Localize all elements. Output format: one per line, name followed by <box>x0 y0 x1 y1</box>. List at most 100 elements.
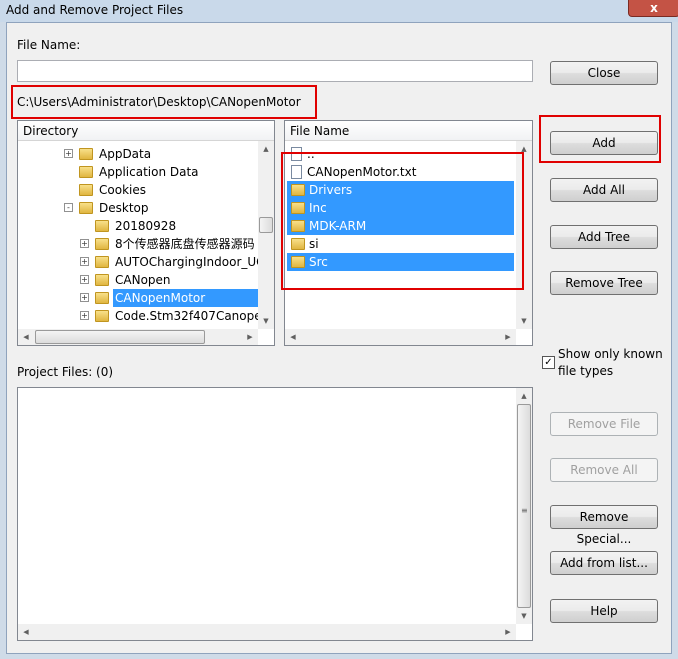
file-name-header[interactable]: File Name <box>285 121 532 141</box>
file-row[interactable]: si <box>287 235 514 253</box>
file-row[interactable]: Inc <box>287 199 514 217</box>
file-row[interactable]: Drivers <box>287 181 514 199</box>
folder-icon <box>95 291 109 304</box>
scroll-left-icon[interactable]: ◀ <box>18 624 34 640</box>
folder-icon <box>95 237 109 250</box>
folder-icon <box>291 201 305 214</box>
file-list-panel: File Name .. CANopenMotor.txt Drivers Inc MD… <box>284 120 533 346</box>
file-name-label: File Name: <box>17 38 81 52</box>
remove-tree-button[interactable]: Remove Tree <box>550 271 658 295</box>
folder-icon <box>79 183 93 196</box>
show-known-label: Show only known file types <box>558 347 663 378</box>
scroll-right-icon[interactable]: ▶ <box>500 624 516 640</box>
scroll-right-icon[interactable]: ▶ <box>242 329 258 345</box>
add-tree-button[interactable]: Add Tree <box>550 225 658 249</box>
scroll-right-icon[interactable]: ▶ <box>500 329 516 345</box>
show-known-checkbox[interactable]: ✓ <box>542 356 555 369</box>
scroll-left-icon[interactable]: ◀ <box>18 329 34 345</box>
add-all-button[interactable]: Add All <box>550 178 658 202</box>
tree-item-label: CANopenMotor <box>113 289 260 307</box>
file-name: si <box>309 237 319 251</box>
file-row[interactable]: MDK-ARM <box>287 217 514 235</box>
remove-file-button[interactable]: Remove File <box>550 412 658 436</box>
tree-item[interactable]: - Desktop <box>64 199 151 217</box>
collapse-icon[interactable]: - <box>64 203 73 212</box>
expand-icon[interactable]: + <box>80 311 89 320</box>
folder-icon <box>95 255 109 268</box>
hscroll-thumb[interactable] <box>35 330 205 344</box>
expand-icon[interactable]: + <box>80 239 89 248</box>
tree-item-label: AUTOChargingIndoor_UC <box>115 255 265 269</box>
directory-header[interactable]: Directory <box>18 121 274 141</box>
scroll-down-icon[interactable]: ▼ <box>258 313 274 329</box>
tree-item[interactable]: +8个传感器底盘传感器源码 <box>80 235 257 253</box>
tree-item-label: AppData <box>99 147 152 161</box>
tree-item[interactable]: + AppData <box>64 145 153 163</box>
folder-icon <box>95 309 109 322</box>
grip-icon: ≡ <box>521 506 528 515</box>
tree-item[interactable]: + AUTOChargingIndoor_UC <box>80 253 267 271</box>
add-from-list-button[interactable]: Add from list... <box>550 551 658 575</box>
directory-vscroll[interactable]: ▲ ▼ <box>258 141 274 329</box>
file-icon <box>291 146 302 161</box>
file-name: Inc <box>309 201 327 215</box>
tree-item[interactable]: + Code.Stm32f407Canoper <box>80 307 269 325</box>
window-close-icon[interactable]: x <box>628 0 678 17</box>
window-title: Add and Remove Project Files <box>6 3 184 17</box>
file-name-input[interactable] <box>17 60 533 82</box>
scroll-left-icon[interactable]: ◀ <box>285 329 301 345</box>
folder-icon <box>291 255 305 268</box>
expand-icon[interactable]: + <box>64 149 73 158</box>
file-name: Src <box>309 255 328 269</box>
folder-icon <box>291 237 305 250</box>
expand-icon[interactable]: + <box>80 293 89 302</box>
tree-item[interactable]: Cookies <box>64 181 148 199</box>
help-button[interactable]: Help <box>550 599 658 623</box>
remove-special-button[interactable]: Remove Special... <box>550 505 658 546</box>
project-files-list[interactable]: ▲ ≡ ▼ ◀ ▶ <box>17 387 533 641</box>
tree-item-label: CANopen <box>115 273 171 287</box>
folder-icon <box>291 219 305 232</box>
current-path: C:\Users\Administrator\Desktop\CANopenMo… <box>17 95 301 109</box>
folder-icon <box>291 183 305 196</box>
directory-panel: Directory + AppData Application Data Cookie… <box>17 120 275 346</box>
files-hscroll[interactable]: ◀ ▶ <box>285 329 516 345</box>
expand-icon[interactable]: + <box>80 275 89 284</box>
scroll-thumb[interactable] <box>259 217 273 233</box>
file-name: Drivers <box>309 183 353 197</box>
file-row[interactable]: .. <box>287 145 514 163</box>
file-row[interactable]: CANopenMotor.txt <box>287 163 514 181</box>
tree-item-label: Cookies <box>99 183 146 197</box>
scroll-down-icon[interactable]: ▼ <box>516 313 532 329</box>
file-row[interactable]: Src <box>287 253 514 271</box>
folder-icon <box>79 165 93 178</box>
scroll-up-icon[interactable]: ▲ <box>516 141 532 157</box>
remove-all-button[interactable]: Remove All <box>550 458 658 482</box>
project-vscroll[interactable]: ▲ ≡ ▼ <box>516 388 532 624</box>
scroll-up-icon[interactable]: ▲ <box>516 388 532 404</box>
tree-item-label: 20180928 <box>115 219 177 233</box>
file-name: MDK-ARM <box>309 219 367 233</box>
file-name: CANopenMotor.txt <box>307 165 417 179</box>
files-vscroll[interactable]: ▲ ▼ <box>516 141 532 329</box>
project-files-label: Project Files: (0) <box>17 365 114 379</box>
tree-item-label: 8个传感器底盘传感器源码 <box>115 237 255 251</box>
tree-item[interactable]: + CANopenMotor <box>80 289 260 307</box>
scroll-up-icon[interactable]: ▲ <box>258 141 274 157</box>
file-icon <box>291 164 302 179</box>
close-button[interactable]: Close <box>550 61 658 85</box>
folder-icon <box>95 273 109 286</box>
folder-icon <box>79 201 93 214</box>
directory-hscroll[interactable]: ◀ ▶ <box>18 329 258 345</box>
tree-item-label: Code.Stm32f407Canoper <box>115 309 267 323</box>
project-hscroll[interactable]: ◀ ▶ <box>18 624 516 640</box>
expand-icon[interactable]: + <box>80 257 89 266</box>
tree-item[interactable]: + CANopen <box>80 271 173 289</box>
tree-item[interactable]: 20180928 <box>80 217 178 235</box>
tree-item-label: Application Data <box>99 165 199 179</box>
scroll-down-icon[interactable]: ▼ <box>516 608 532 624</box>
tree-item[interactable]: Application Data <box>64 163 201 181</box>
add-button[interactable]: Add <box>550 131 658 155</box>
tree-item-label: Desktop <box>99 201 149 215</box>
folder-icon <box>79 147 93 160</box>
